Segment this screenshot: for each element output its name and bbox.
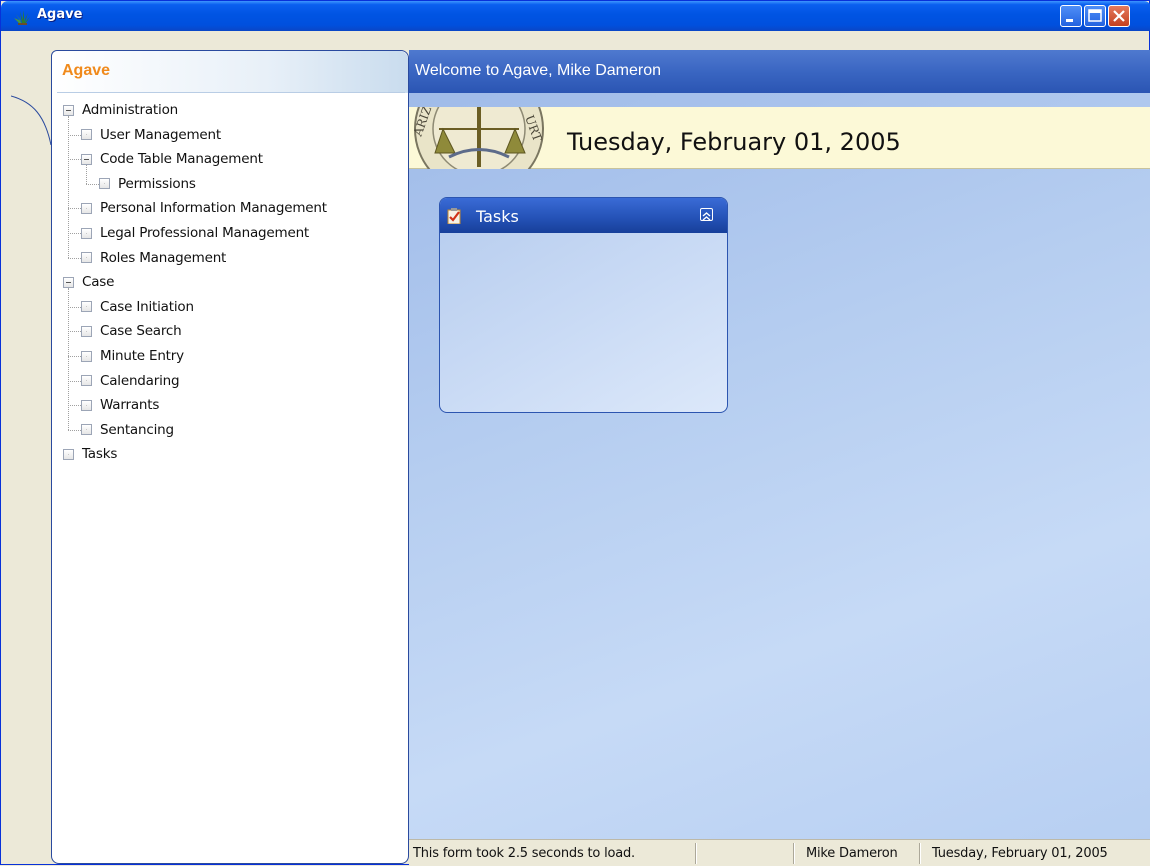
tree-connector (68, 331, 81, 333)
tasks-collapse-button[interactable] (700, 208, 713, 221)
status-empty-cell (697, 840, 797, 866)
tree-node-icon (81, 350, 92, 362)
tree-item-label: Code Table Management (100, 151, 263, 168)
tree-item-label: Case Search (100, 323, 182, 340)
tree-item-label: Case (82, 274, 115, 291)
collapse-icon[interactable] (63, 276, 74, 288)
tree-connector (86, 183, 99, 185)
date-heading: Tuesday, February 01, 2005 (567, 128, 901, 156)
clipboard-check-icon (447, 208, 461, 224)
tree-item-sentancing[interactable]: Sentancing (81, 420, 174, 440)
welcome-text: Welcome to Agave, Mike Dameron (415, 62, 662, 79)
tree-item-minute-entry[interactable]: Minute Entry (81, 346, 184, 366)
tree-item-case-search[interactable]: Case Search (81, 321, 182, 341)
minimize-icon (1066, 19, 1073, 22)
tree-node-icon (81, 325, 92, 337)
court-seal-icon: ARIZ URT (410, 107, 545, 169)
tasks-panel: Tasks (439, 197, 728, 413)
status-separator (793, 843, 794, 864)
status-load-message: This form took 2.5 seconds to load. (413, 845, 635, 861)
tree-node-icon (81, 227, 92, 239)
collapse-icon[interactable] (63, 104, 74, 116)
tree-connector (68, 116, 69, 258)
tree-item-label: User Management (100, 126, 221, 143)
tree-connector (68, 405, 81, 407)
chevron-up-double-icon (702, 212, 711, 221)
title-bar[interactable]: Agave (1, 1, 1150, 31)
nav-divider (57, 92, 405, 93)
tree-connector (68, 134, 81, 136)
close-icon (1113, 10, 1125, 22)
tree-node-icon (99, 178, 110, 190)
tree-connector (68, 208, 81, 210)
tree-node-icon (81, 301, 92, 313)
tree-node-icon (81, 252, 92, 264)
tree-item-case-initiation[interactable]: Case Initiation (81, 297, 194, 317)
tree-item-calendaring[interactable]: Calendaring (81, 371, 180, 391)
close-button[interactable] (1108, 5, 1130, 27)
tree-connector (68, 233, 81, 234)
nav-title: Agave (62, 62, 111, 79)
tree-item-legal-professional-management[interactable]: Legal Professional Management (81, 223, 309, 243)
tree-connector (68, 306, 81, 308)
navigation-panel: Agave Administration User Management Code … (11, 50, 409, 864)
tree-item-warrants[interactable]: Warrants (81, 395, 159, 415)
tree-item-label: Sentancing (100, 421, 174, 438)
tree-node-icon (81, 129, 92, 141)
status-bar: This form took 2.5 seconds to load. Mike… (409, 839, 1150, 865)
collapse-icon[interactable] (81, 153, 92, 165)
tree-connector (68, 356, 81, 357)
tree-node-icon (81, 399, 92, 411)
tree-item-permissions[interactable]: Permissions (99, 174, 196, 194)
tree-node-icon (81, 375, 92, 387)
tree-item-label: Administration (82, 102, 178, 118)
status-separator (919, 843, 920, 864)
tree-connector (68, 257, 81, 259)
tree-connector (68, 429, 81, 431)
tree-item-case[interactable]: Case (63, 272, 114, 292)
maximize-icon (1088, 9, 1102, 22)
tree-item-label: Case Initiation (100, 298, 194, 315)
tree-connector (68, 159, 81, 161)
status-date: Tuesday, February 01, 2005 (932, 845, 1108, 861)
tree-node-icon (81, 202, 92, 214)
tree-item-code-table-management[interactable]: Code Table Management (81, 149, 263, 169)
tasks-panel-title: Tasks (476, 207, 519, 226)
tree-node-icon (63, 448, 74, 460)
tree-connector (86, 165, 87, 184)
tree-item-label: Personal Information Management (100, 200, 327, 217)
tree-node-icon (81, 424, 92, 436)
tree-item-personal-information-management[interactable]: Personal Information Management (81, 198, 327, 218)
tree-item-user-management[interactable]: User Management (81, 125, 221, 145)
tasks-panel-header[interactable]: Tasks (440, 198, 727, 233)
tree-item-label: Permissions (118, 175, 196, 192)
main-content: Welcome to Agave, Mike Dameron ARIZ URT … (409, 50, 1150, 839)
status-user: Mike Dameron (806, 845, 898, 861)
tree-item-label: Minute Entry (100, 348, 184, 364)
tree-item-label: Roles Management (100, 249, 227, 266)
tree-item-label: Tasks (82, 446, 118, 463)
tree-item-label: Calendaring (100, 372, 180, 389)
tree-item-label: Warrants (100, 397, 160, 414)
window-title: Agave (37, 7, 83, 22)
tree-item-tasks[interactable]: Tasks (63, 444, 117, 464)
tree-item-label: Legal Professional Management (100, 225, 310, 241)
tree-connector (68, 380, 81, 382)
app-window: Agave Agave Administration User Managemen… (0, 0, 1150, 865)
maximize-button[interactable] (1084, 5, 1106, 27)
agave-plant-icon (14, 10, 30, 25)
minimize-button[interactable] (1060, 5, 1082, 27)
tree-item-roles-management[interactable]: Roles Management (81, 248, 226, 268)
tree-connector (68, 288, 69, 430)
tree-item-administration[interactable]: Administration (63, 100, 178, 120)
status-separator (695, 843, 696, 864)
welcome-bar: Welcome to Agave, Mike Dameron (409, 50, 1150, 93)
